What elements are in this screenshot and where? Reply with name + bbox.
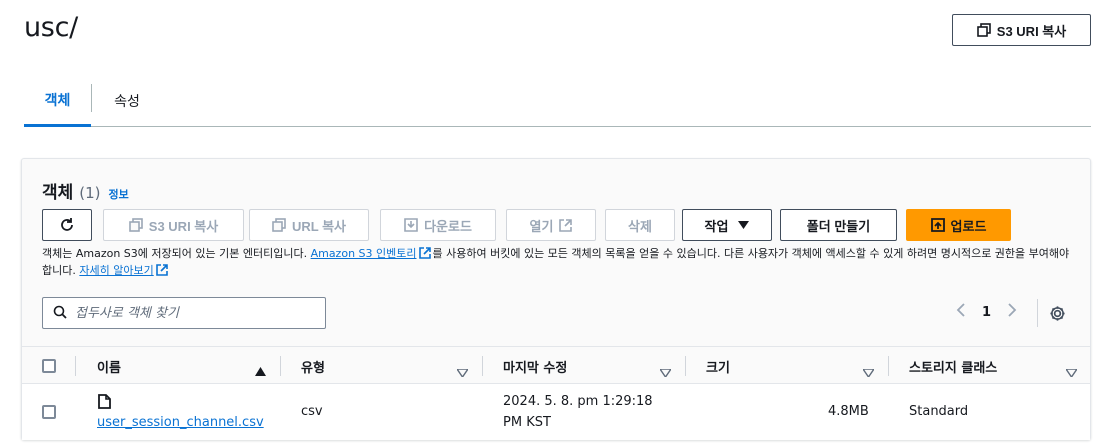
create-folder-button[interactable]: 폴더 만들기	[780, 209, 897, 241]
description-text-1: 객체는 Amazon S3에 저장되어 있는 기본 엔터티입니다.	[42, 247, 311, 260]
column-header-last-modified[interactable]: 마지막 수정	[503, 347, 567, 385]
tab-properties[interactable]: 속성	[92, 76, 162, 126]
search-input[interactable]	[75, 305, 305, 321]
create-folder-label: 폴더 만들기	[806, 218, 871, 234]
objects-description: 객체는 Amazon S3에 저장되어 있는 기본 엔터티입니다. Amazon…	[42, 246, 1082, 280]
row-checkbox[interactable]	[42, 405, 56, 419]
learn-more-link[interactable]: 자세히 알아보기	[79, 264, 153, 277]
objects-panel-header: 객체 (1) 정보	[42, 178, 129, 203]
info-link[interactable]: 정보	[109, 186, 129, 202]
pagination: 1	[956, 303, 1017, 321]
external-link-icon	[559, 218, 573, 232]
open-button[interactable]: 열기	[506, 209, 596, 241]
column-divider	[685, 356, 686, 376]
caret-down-icon	[738, 221, 750, 229]
copy-icon	[272, 218, 286, 232]
tab-objects[interactable]: 객체	[24, 76, 91, 127]
inventory-link[interactable]: Amazon S3 인벤토리	[311, 247, 417, 260]
refresh-button[interactable]	[42, 209, 92, 241]
tab-bar: 객체 속성	[24, 76, 1091, 127]
sort-asc-icon[interactable]	[255, 361, 266, 380]
object-last-modified-tz: PM KST	[503, 415, 551, 430]
actions-label: 작업	[704, 218, 729, 234]
chevron-right-icon[interactable]	[1007, 303, 1017, 321]
table-row[interactable]: user_session_channel.csv csv 2024. 5. 8.…	[22, 384, 1090, 440]
column-header-type[interactable]: 유형	[301, 347, 325, 385]
column-storage-class-label: 스토리지 클래스	[909, 360, 998, 376]
external-link-icon	[418, 247, 431, 263]
sort-icon[interactable]	[658, 362, 673, 381]
column-header-name[interactable]: 이름	[97, 347, 121, 385]
column-divider	[482, 356, 483, 376]
copy-s3-uri-label: S3 URI 복사	[148, 218, 219, 234]
copy-s3-uri-button-header[interactable]: S3 URI 복사	[952, 14, 1091, 46]
sort-icon[interactable]	[861, 362, 876, 381]
column-divider	[280, 356, 281, 376]
select-all-checkbox[interactable]	[42, 359, 56, 373]
chevron-left-icon[interactable]	[956, 303, 966, 321]
download-icon	[404, 218, 418, 232]
page-title: usc/	[24, 12, 78, 43]
copy-s3-uri-button[interactable]: S3 URI 복사	[103, 209, 244, 241]
column-header-storage-class[interactable]: 스토리지 클래스	[909, 347, 997, 385]
column-size-label: 크기	[706, 360, 730, 376]
table-header: 이름 유형 마지막 수정 크기 스토리지 클래스	[22, 346, 1090, 384]
object-size: 4.8MB	[828, 404, 869, 419]
objects-count: (1)	[79, 184, 101, 202]
column-name-label: 이름	[97, 360, 121, 376]
file-icon	[98, 394, 111, 413]
copy-s3-uri-label: S3 URI 복사	[996, 23, 1067, 39]
copy-url-label: URL 복사	[291, 218, 346, 234]
folder-upload-icon	[930, 218, 945, 232]
external-link-icon	[155, 264, 168, 280]
search-icon	[53, 304, 67, 323]
download-button[interactable]: 다운로드	[380, 209, 496, 241]
copy-url-button[interactable]: URL 복사	[249, 209, 369, 241]
object-type: csv	[301, 404, 323, 419]
copy-icon	[976, 23, 991, 37]
upload-button[interactable]: 업로드	[906, 209, 1011, 241]
column-divider	[888, 356, 889, 376]
upload-label: 업로드	[950, 218, 987, 234]
page-number[interactable]: 1	[982, 305, 991, 320]
pager-divider	[1037, 299, 1038, 327]
sort-icon[interactable]	[1064, 362, 1079, 381]
column-type-label: 유형	[301, 360, 325, 376]
object-name-link[interactable]: user_session_channel.csv	[97, 415, 264, 430]
refresh-icon	[59, 217, 75, 233]
actions-dropdown[interactable]: 작업	[682, 209, 772, 241]
delete-button[interactable]: 삭제	[605, 209, 675, 241]
object-storage-class: Standard	[909, 404, 969, 419]
column-last-modified-label: 마지막 수정	[503, 360, 568, 376]
delete-label: 삭제	[628, 218, 652, 234]
gear-icon[interactable]	[1049, 305, 1066, 326]
search-box	[42, 297, 326, 329]
open-label: 열기	[529, 218, 554, 234]
download-label: 다운로드	[424, 218, 472, 234]
sort-icon[interactable]	[455, 362, 470, 381]
copy-icon	[128, 218, 143, 232]
column-header-size[interactable]: 크기	[706, 347, 730, 385]
objects-panel: 객체 (1) 정보 S3 URI 복사 URL 복사 다운로드 열기 삭제 작업	[21, 158, 1091, 440]
object-last-modified-date: 2024. 5. 8. pm 1:29:18	[503, 394, 653, 409]
column-divider	[75, 356, 76, 376]
objects-panel-title: 객체	[42, 183, 74, 203]
